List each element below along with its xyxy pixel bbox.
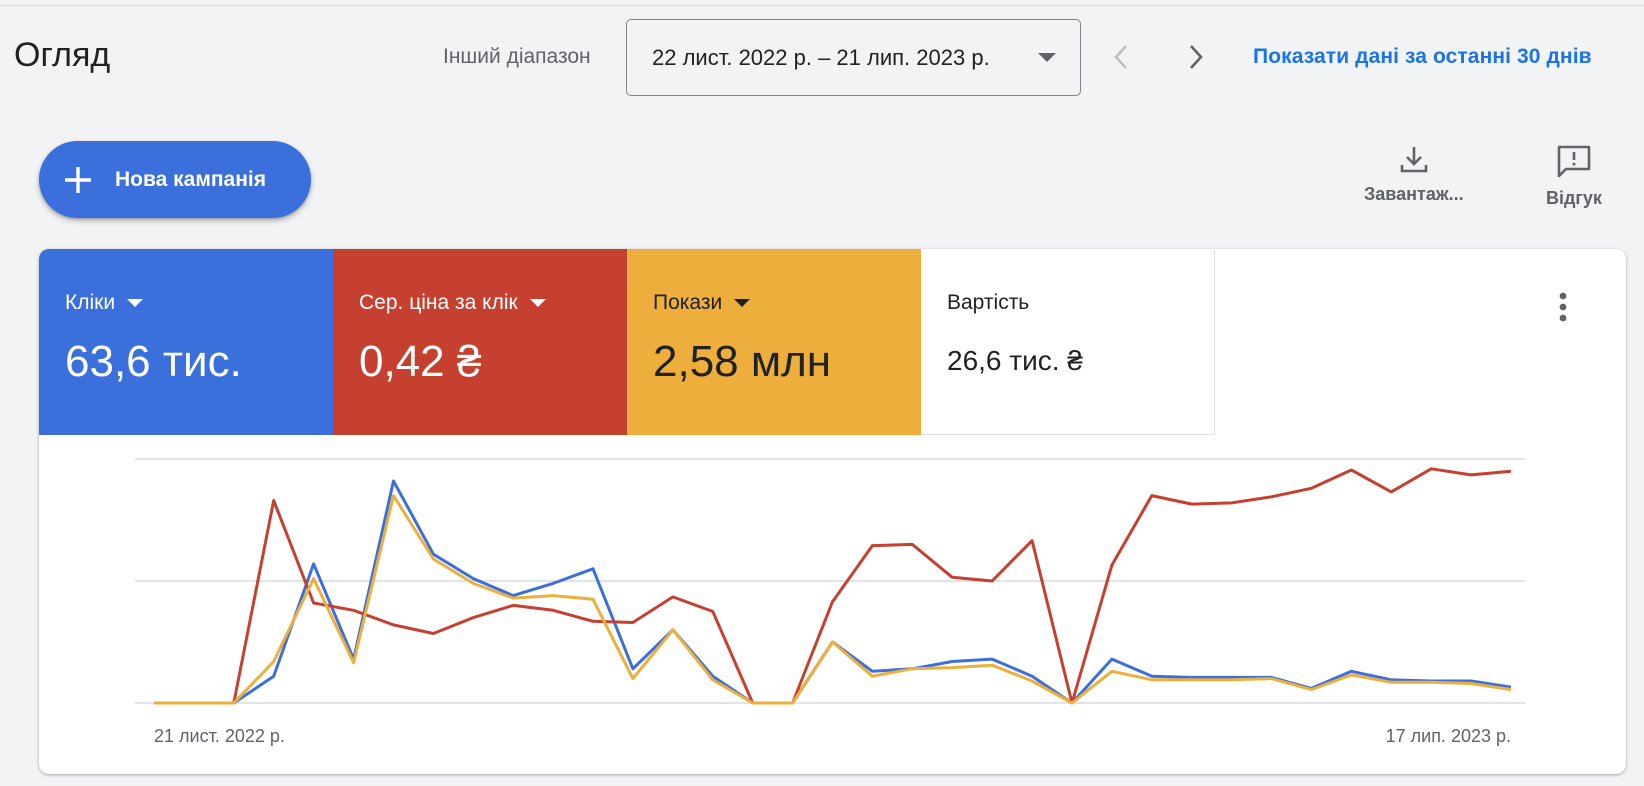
- more-options-icon[interactable]: [1557, 291, 1569, 323]
- new-campaign-button[interactable]: Нова кампанія: [39, 141, 311, 218]
- date-range-picker[interactable]: 22 лист. 2022 р. – 21 лип. 2023 р.: [626, 19, 1081, 96]
- chart-x-start-label: 21 лист. 2022 р.: [154, 726, 285, 746]
- metric-label: Сер. ціна за клік: [359, 291, 627, 315]
- performance-chart: 21 лист. 2022 р. 17 лип. 2023 р.: [135, 458, 1525, 746]
- chevron-left-icon: [1114, 45, 1127, 69]
- range-label: Інший діапазон: [443, 45, 591, 68]
- metric-label-text: Сер. ціна за клік: [359, 291, 518, 314]
- metric-label-text: Кліки: [65, 291, 116, 314]
- page-title: Огляд: [14, 36, 111, 74]
- metric-impressions[interactable]: Покази 2,58 млн: [627, 249, 921, 435]
- chart-x-end-label: 17 лип. 2023 р.: [1386, 726, 1511, 746]
- download-label: Завантаж...: [1364, 184, 1464, 204]
- dropdown-icon: [529, 299, 546, 307]
- metric-label-text: Покази: [653, 291, 723, 314]
- metric-label: Вартість: [947, 291, 1214, 315]
- download-button[interactable]: Завантаж...: [1364, 144, 1464, 205]
- dropdown-icon: [734, 299, 751, 307]
- metric-label: Покази: [653, 291, 921, 315]
- feedback-label: Відгук: [1546, 188, 1602, 208]
- metric-label: Кліки: [65, 291, 333, 315]
- dropdown-icon: [127, 299, 144, 307]
- metric-clicks[interactable]: Кліки 63,6 тис.: [39, 249, 333, 435]
- metric-label-text: Вартість: [947, 291, 1030, 314]
- download-icon: [1400, 147, 1428, 173]
- metric-avg-cpc[interactable]: Сер. ціна за клік 0,42 ₴: [333, 249, 627, 435]
- chevron-down-icon: [1038, 53, 1056, 62]
- metric-cost[interactable]: Вартість 26,6 тис. ₴: [921, 249, 1215, 435]
- last-30-days-link[interactable]: Показати дані за останні 30 днів: [1253, 45, 1592, 69]
- previous-period-button[interactable]: [1105, 41, 1137, 73]
- overview-card: Кліки 63,6 тис. Сер. ціна за клік 0,42 ₴…: [39, 249, 1626, 774]
- chevron-right-icon: [1190, 45, 1203, 69]
- top-divider: [0, 5, 1644, 6]
- metric-value: 63,6 тис.: [65, 337, 242, 386]
- feedback-icon: [1557, 145, 1591, 178]
- date-range-text: 22 лист. 2022 р. – 21 лип. 2023 р.: [652, 44, 990, 70]
- feedback-button[interactable]: Відгук: [1546, 144, 1602, 209]
- metric-value: 0,42 ₴: [359, 337, 482, 386]
- plus-icon: [65, 166, 91, 193]
- next-period-button[interactable]: [1180, 41, 1212, 73]
- chart-series-line: [154, 467, 1512, 705]
- chart-series-line: [154, 479, 1512, 705]
- new-campaign-label: Нова кампанія: [115, 167, 266, 191]
- metric-value: 2,58 млн: [653, 337, 832, 386]
- metric-value: 26,6 тис. ₴: [947, 345, 1083, 376]
